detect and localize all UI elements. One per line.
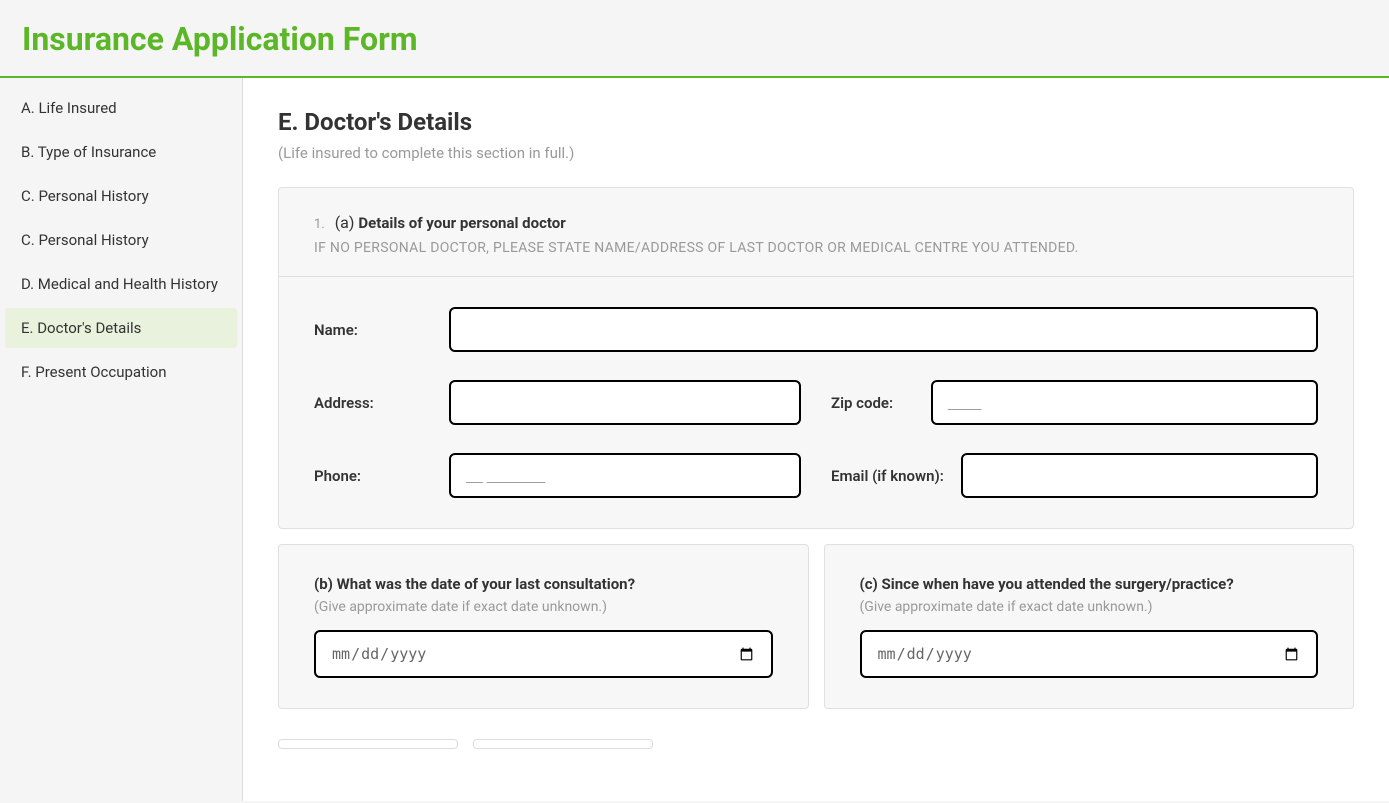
sidebar-nav: A. Life Insured B. Type of Insurance C. …	[0, 78, 243, 801]
card-doctor-details: 1. (a) Details of your personal doctor I…	[278, 187, 1354, 529]
address-input[interactable]	[449, 380, 801, 425]
question-subtext: IF NO PERSONAL DOCTOR, PLEASE STATE NAME…	[314, 240, 1318, 256]
address-label: Address:	[314, 394, 449, 412]
sidebar-item-personal-history[interactable]: C. Personal History	[5, 176, 237, 216]
card-attended-since: (c) Since when have you attended the sur…	[824, 544, 1355, 709]
attended-since-date-input[interactable]	[860, 630, 1319, 678]
form-group-phone: Phone:	[314, 453, 801, 498]
question-prefix: (a)	[335, 213, 359, 232]
sidebar-item-doctors-details[interactable]: E. Doctor's Details	[5, 308, 237, 348]
button-row	[278, 739, 1354, 749]
qb-subtext: (Give approximate date if exact date unk…	[314, 599, 773, 615]
sidebar-item-life-insured[interactable]: A. Life Insured	[5, 88, 237, 128]
last-consultation-date-input[interactable]	[314, 630, 773, 678]
sidebar-item-type-insurance[interactable]: B. Type of Insurance	[5, 132, 237, 172]
sidebar-item-medical-history[interactable]: D. Medical and Health History	[5, 264, 237, 304]
form-group-address: Address:	[314, 380, 801, 425]
zip-input[interactable]	[931, 380, 1318, 425]
name-label: Name:	[314, 321, 449, 339]
question-heading: 1. (a) Details of your personal doctor	[314, 213, 1318, 232]
email-input[interactable]	[961, 453, 1318, 498]
qc-subtext: (Give approximate date if exact date unk…	[860, 599, 1319, 615]
card-header: 1. (a) Details of your personal doctor I…	[279, 188, 1353, 277]
button-placeholder-1[interactable]	[278, 739, 458, 749]
form-row-address: Address: Zip code:	[314, 380, 1318, 425]
form-row-contact: Phone: Email (if known):	[314, 453, 1318, 498]
page-header: Insurance Application Form	[0, 0, 1389, 78]
sidebar-item-present-occupation[interactable]: F. Present Occupation	[5, 352, 237, 392]
question-number: 1.	[314, 217, 325, 232]
sidebar-item-personal-history-2[interactable]: C. Personal History	[5, 220, 237, 260]
form-row-name: Name:	[314, 307, 1318, 352]
form-group-name: Name:	[314, 307, 1318, 352]
form-group-email: Email (if known):	[831, 453, 1318, 498]
main-content: E. Doctor's Details (Life insured to com…	[243, 78, 1389, 801]
email-label: Email (if known):	[831, 467, 961, 485]
form-group-zip: Zip code:	[831, 380, 1318, 425]
name-input[interactable]	[449, 307, 1318, 352]
layout: A. Life Insured B. Type of Insurance C. …	[0, 78, 1389, 801]
qb-title: (b) What was the date of your last consu…	[314, 575, 773, 593]
button-placeholder-2[interactable]	[473, 739, 653, 749]
qc-title: (c) Since when have you attended the sur…	[860, 575, 1319, 593]
section-subtitle: (Life insured to complete this section i…	[278, 144, 1354, 162]
phone-label: Phone:	[314, 467, 449, 485]
two-column-row: (b) What was the date of your last consu…	[278, 544, 1354, 724]
page-title: Insurance Application Form	[22, 20, 1367, 58]
section-title: E. Doctor's Details	[278, 108, 1354, 136]
card-last-consultation: (b) What was the date of your last consu…	[278, 544, 809, 709]
phone-input[interactable]	[449, 453, 801, 498]
question-title: Details of your personal doctor	[358, 214, 565, 232]
zip-label: Zip code:	[831, 394, 931, 412]
card-body: Name: Address: Zip code:	[279, 277, 1353, 528]
